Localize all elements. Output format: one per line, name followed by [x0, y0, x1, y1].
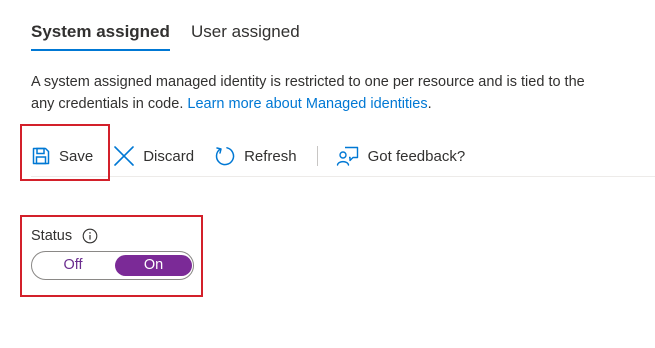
feedback-icon	[336, 146, 358, 166]
description-period: .	[427, 96, 432, 112]
tab-system-assigned[interactable]: System assigned	[31, 22, 170, 51]
description: A system assigned managed identity is re…	[31, 71, 655, 115]
status-field-label: Status	[31, 228, 98, 244]
description-line-2: any credentials in code. Learn more abou…	[31, 93, 655, 115]
learn-more-link[interactable]: Learn more about Managed identities	[187, 96, 427, 112]
discard-button[interactable]: Discard	[113, 139, 194, 173]
close-icon	[114, 146, 135, 166]
tab-user-assigned[interactable]: User assigned	[191, 22, 300, 42]
refresh-label: Refresh	[244, 147, 297, 165]
refresh-icon	[215, 147, 235, 166]
command-bar: Save Discard Refresh Got feedback?	[31, 139, 465, 173]
toolbar-divider-line	[31, 176, 655, 177]
status-label: Status	[31, 228, 73, 244]
feedback-button[interactable]: Got feedback?	[336, 139, 466, 173]
status-option-on[interactable]: On	[115, 255, 192, 276]
info-icon[interactable]	[82, 228, 98, 244]
refresh-button[interactable]: Refresh	[214, 139, 297, 173]
status-option-off[interactable]: Off	[36, 255, 110, 276]
save-button[interactable]: Save	[31, 139, 93, 173]
feedback-label: Got feedback?	[367, 147, 466, 165]
description-line-2-text: any credentials in code.	[31, 96, 188, 112]
description-line-1: A system assigned managed identity is re…	[31, 74, 585, 90]
discard-label: Discard	[143, 147, 195, 165]
status-toggle[interactable]: Off On	[31, 251, 194, 280]
save-icon	[32, 147, 50, 165]
managed-identity-page: System assigned User assigned A system a…	[0, 0, 655, 348]
save-label: Save	[59, 147, 94, 165]
toolbar-divider	[316, 146, 318, 166]
